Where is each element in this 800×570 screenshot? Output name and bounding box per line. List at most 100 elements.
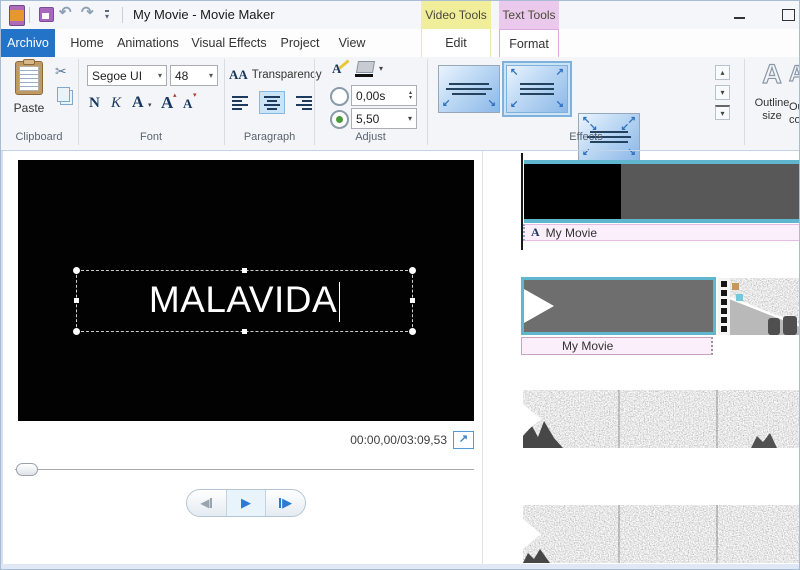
tab-edit[interactable]: Edit: [421, 29, 491, 57]
filmstrip-icon: [718, 278, 730, 335]
title-overlay-caption-1[interactable]: A My Movie: [523, 224, 799, 241]
timeline-clip-4[interactable]: [523, 505, 799, 563]
tab-format[interactable]: Format: [499, 29, 559, 57]
undo-icon[interactable]: ↶: [59, 4, 72, 22]
effect-arrow-icon: ↗: [555, 67, 564, 78]
font-size-combo[interactable]: 48 ▾: [170, 65, 218, 86]
transparency-icon: AA: [229, 67, 248, 82]
play-button[interactable]: ▶: [225, 490, 266, 516]
italic-button[interactable]: K: [111, 95, 121, 112]
align-left-button[interactable]: [231, 91, 257, 114]
align-center-button[interactable]: [259, 91, 285, 114]
chevron-down-icon[interactable]: ▾: [379, 64, 383, 73]
ribbon-tab-row: Archivo Home Animations Visual Effects P…: [1, 29, 799, 57]
tab-project[interactable]: Project: [277, 29, 323, 57]
video-preview[interactable]: MALAVIDA: [18, 160, 474, 421]
bold-button[interactable]: N: [89, 95, 100, 112]
title-bar: ↶ ↷ ▾ My Movie - Movie Maker Video Tools…: [1, 1, 799, 29]
window-left-edge: [1, 151, 3, 565]
effects-group-label: Effects: [569, 131, 603, 143]
shrink-arrow-icon: ▾: [193, 92, 197, 99]
resize-handle[interactable]: [241, 268, 247, 273]
effects-scroll-down-button[interactable]: ▾: [715, 85, 730, 100]
shrink-font-button[interactable]: A: [183, 96, 192, 112]
ribbon: Paste ✂ Clipboard Segoe UI ▾ 48 ▾ N K A …: [1, 57, 800, 209]
align-right-button[interactable]: [287, 91, 313, 114]
start-time-field[interactable]: 0,00s ▴ ▾: [351, 85, 417, 106]
effect-thumbnail-1[interactable]: ↙ ↘: [438, 65, 500, 113]
tab-visual-effects[interactable]: Visual Effects: [191, 29, 267, 57]
grow-font-button[interactable]: A: [161, 93, 173, 113]
group-separator: [744, 59, 745, 145]
resize-handle[interactable]: [409, 267, 416, 274]
text-title-icon: A: [531, 225, 540, 239]
panel-divider[interactable]: [482, 151, 483, 565]
effect-arrow-icon: ↙: [510, 99, 519, 110]
caption-1-label: My Movie: [545, 225, 598, 240]
outline-a-icon: A: [762, 58, 783, 89]
timeline-clip-3[interactable]: [523, 390, 799, 448]
caption-2[interactable]: My Movie: [521, 337, 713, 355]
effects-scroll-up-button[interactable]: ▴: [715, 65, 730, 80]
copy-icon[interactable]: [57, 87, 70, 102]
seek-slider-track[interactable]: [15, 469, 474, 470]
redo-icon[interactable]: ↷: [81, 4, 94, 22]
seek-slider-thumb[interactable]: [16, 463, 38, 476]
chevron-down-icon[interactable]: ▾: [148, 101, 152, 109]
outline-color-label-partial-2: co: [789, 114, 800, 126]
stopwatch-icon: [330, 110, 349, 129]
preview-title-text[interactable]: MALAVIDA: [77, 271, 412, 329]
ribbon-bottom-border: [1, 150, 799, 151]
start-time-value: 0,00s: [356, 88, 386, 103]
timeline-clip-1[interactable]: [524, 160, 799, 223]
previous-frame-button[interactable]: ◀: [187, 490, 226, 516]
resize-handle[interactable]: [73, 267, 80, 274]
resize-handle[interactable]: [410, 298, 415, 303]
previous-frame-bar: [210, 498, 213, 508]
duration-field[interactable]: 5,50 ▾: [351, 108, 417, 129]
effect-thumbnail-2-selected[interactable]: ↖ ↗ ↙ ↘: [502, 61, 572, 117]
tab-view[interactable]: View: [333, 29, 371, 57]
clock-icon: [330, 87, 349, 106]
timeline-clip-2-selected[interactable]: [521, 277, 716, 335]
transparency-label: Transparency: [251, 69, 322, 81]
maximize-icon: [782, 9, 795, 21]
resize-handle[interactable]: [241, 329, 247, 334]
minimize-button[interactable]: [729, 5, 751, 25]
outline-color-a-icon: A: [788, 60, 799, 86]
title-text-box[interactable]: MALAVIDA: [73, 267, 416, 335]
font-family-combo[interactable]: Segoe UI ▾: [87, 65, 167, 86]
outline-color-button-partial[interactable]: A Ou co: [788, 59, 800, 127]
transparency-button[interactable]: AA Transparency: [229, 67, 322, 83]
next-frame-icon: ▶: [282, 495, 293, 510]
chevron-down-icon: ▾: [157, 71, 162, 80]
quick-access-dropdown-icon[interactable]: ▾: [105, 10, 110, 21]
timecode: 00:00,00/03:09,53: [350, 433, 447, 447]
tab-home[interactable]: Home: [63, 29, 111, 57]
paste-button[interactable]: Paste: [7, 59, 51, 125]
resize-handle[interactable]: [73, 328, 80, 335]
next-frame-button[interactable]: ▶: [265, 490, 305, 516]
background-color-icon[interactable]: [355, 61, 376, 73]
cut-icon[interactable]: ✂: [55, 63, 67, 80]
app-icon[interactable]: [9, 5, 25, 26]
chevron-down-icon: ▾: [407, 114, 412, 123]
fullscreen-button[interactable]: ↗: [453, 431, 474, 449]
spinner[interactable]: ▴ ▾: [409, 90, 412, 101]
resize-handle[interactable]: [409, 328, 416, 335]
timeline-clip-2-thumbnail[interactable]: [729, 278, 799, 335]
font-family-value: Segoe UI: [92, 68, 143, 83]
maximize-button[interactable]: [777, 5, 799, 25]
tab-animations[interactable]: Animations: [115, 29, 181, 57]
resize-handle[interactable]: [74, 298, 79, 303]
font-size-value: 48: [175, 68, 189, 83]
tab-archivo[interactable]: Archivo: [1, 29, 55, 57]
caption-2-label: My Movie: [562, 339, 614, 353]
minimize-icon: [734, 17, 745, 19]
text-tools-header: Text Tools: [499, 1, 559, 29]
chevron-down-icon: ▾: [208, 71, 213, 80]
save-icon[interactable]: [39, 7, 54, 22]
effects-more-button[interactable]: ▾: [715, 105, 730, 120]
font-group-label: Font: [139, 131, 162, 143]
font-color-button[interactable]: A: [132, 94, 144, 112]
